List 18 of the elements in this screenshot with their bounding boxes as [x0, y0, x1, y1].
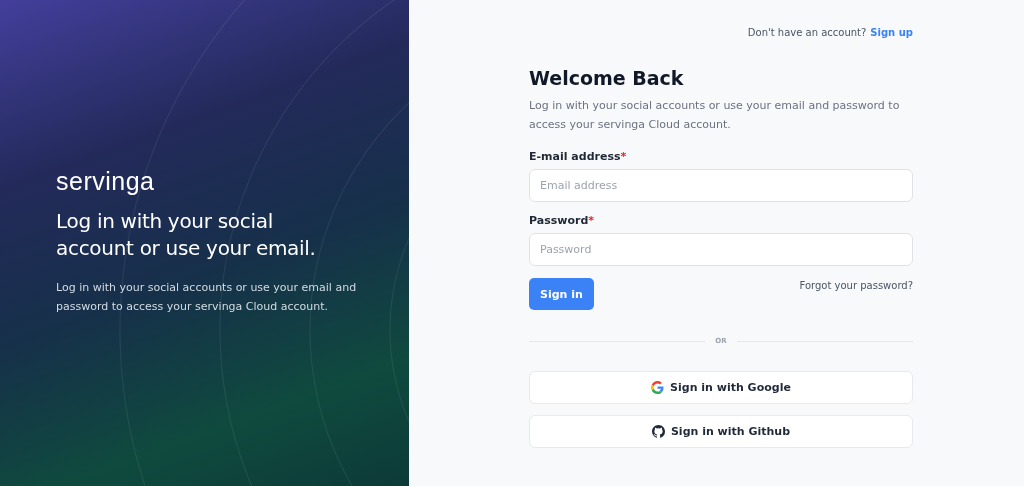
- input-field[interactable]: Password: [529, 233, 913, 266]
- form-title: Welcome Back: [529, 67, 685, 89]
- google-icon: [651, 381, 665, 394]
- input-field[interactable]: Email address: [529, 169, 913, 202]
- signup-prompt: Don't have an account?: [747, 27, 867, 38]
- forgot-password-link[interactable]: Forgot your password?: [799, 280, 913, 291]
- hero-headline: Log in with your social account or use your email.: [56, 207, 317, 262]
- github-icon: [651, 425, 665, 438]
- form-subtitle: Log in with your social accounts or use your email and password to access your servinga Cloud account.: [529, 98, 901, 133]
- required-mark: *: [588, 214, 595, 227]
- social-sign-in-button[interactable]: Sign in with Github: [529, 415, 913, 448]
- field-label: E-mail address: [529, 150, 621, 163]
- sign-in-button[interactable]: Sign in: [529, 278, 594, 310]
- hero-text: Log in with your social accounts or use your email and password to access your servinga Cloud account.: [56, 279, 358, 315]
- logo: servinga: [56, 168, 156, 194]
- required-mark: *: [620, 150, 627, 163]
- field-label: Password: [529, 214, 589, 227]
- social-sign-in-button[interactable]: Sign in with Google: [529, 371, 913, 404]
